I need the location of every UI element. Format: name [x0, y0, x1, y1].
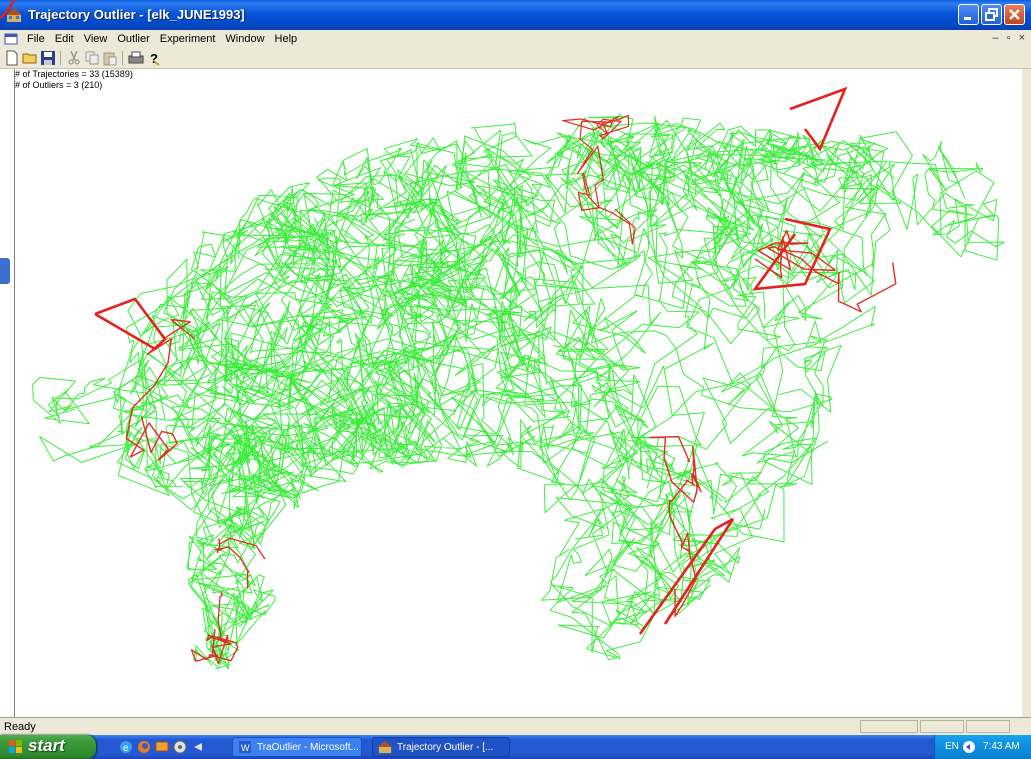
menu-view[interactable]: View — [79, 32, 113, 46]
menu-outlier[interactable]: Outlier — [112, 32, 154, 46]
ie-icon[interactable]: e — [118, 739, 134, 755]
corner-marker — [0, 0, 16, 19]
new-icon[interactable] — [4, 50, 20, 66]
desktop-icon[interactable] — [154, 739, 170, 755]
restore-button[interactable] — [981, 4, 1002, 25]
restore-icon — [985, 8, 998, 21]
outlier-count: # of Outliers = 3 (210) — [15, 80, 103, 90]
word-doc-icon: W — [239, 741, 251, 753]
windows-flag-icon — [9, 740, 22, 753]
quicklaunch-arrow-icon[interactable] — [190, 739, 206, 755]
help-icon[interactable]: ? — [146, 50, 162, 66]
menu-window[interactable]: Window — [220, 32, 269, 46]
copy-icon[interactable] — [84, 50, 100, 66]
task-label: Trajectory Outlier - [... — [397, 742, 494, 753]
document-icon[interactable] — [3, 31, 19, 47]
svg-text:e: e — [123, 743, 129, 754]
menu-bar: File Edit View Outlier Experiment Window… — [0, 30, 1031, 48]
start-label: start — [28, 736, 65, 755]
left-panel-edge — [0, 69, 15, 717]
firefox-icon[interactable] — [136, 739, 152, 755]
task-trajectory-outlier[interactable]: Trajectory Outlier - [... — [372, 737, 510, 757]
minimize-icon — [964, 17, 971, 20]
child-minimize-icon[interactable]: – — [993, 32, 999, 44]
side-tab[interactable] — [0, 258, 10, 284]
trajectory-count: # of Trajectories = 33 (15389) — [15, 69, 133, 79]
child-close-icon[interactable]: × — [1019, 32, 1025, 44]
minimize-button[interactable] — [958, 4, 979, 25]
status-pane-3 — [966, 720, 1010, 733]
status-bar: Ready — [0, 717, 1031, 736]
svg-text:W: W — [241, 743, 250, 753]
trajectory-plot — [32, 86, 1005, 670]
language-indicator[interactable]: EN — [945, 741, 959, 752]
menu-help[interactable]: Help — [270, 32, 303, 46]
network-icon[interactable] — [961, 739, 977, 755]
print-icon[interactable] — [128, 50, 144, 66]
menu-edit[interactable]: Edit — [50, 32, 79, 46]
title-bar[interactable]: Trajectory Outlier - [elk_JUNE1993] — [0, 0, 1031, 30]
start-button[interactable]: start — [0, 735, 96, 759]
save-icon[interactable] — [40, 50, 56, 66]
status-text: Ready — [4, 721, 36, 733]
close-button[interactable] — [1004, 4, 1025, 25]
close-icon — [1009, 9, 1020, 20]
system-tray: EN 7:43 AM — [934, 735, 1031, 759]
task-traoutlier-word[interactable]: W TraOutlier - Microsoft... — [232, 737, 362, 757]
paste-icon[interactable] — [102, 50, 118, 66]
child-restore-icon[interactable]: ▫ — [1007, 32, 1011, 44]
right-panel-edge — [1021, 69, 1031, 717]
app-icon — [378, 740, 392, 754]
trajectory-path — [649, 435, 702, 617]
trajectory-view[interactable]: # of Trajectories = 33 (15389) # of Outl… — [14, 69, 1022, 717]
cut-icon[interactable] — [66, 50, 82, 66]
menu-experiment[interactable]: Experiment — [155, 32, 221, 46]
clock[interactable]: 7:43 AM — [983, 741, 1020, 752]
window-title: Trajectory Outlier - [elk_JUNE1993] — [28, 7, 245, 22]
menu-file[interactable]: File — [22, 32, 50, 46]
open-icon[interactable] — [22, 50, 38, 66]
task-label: TraOutlier - Microsoft... — [257, 742, 359, 753]
status-pane-2 — [920, 720, 964, 733]
trajectory-path — [32, 197, 337, 495]
status-pane-1 — [860, 720, 918, 733]
toolbar: ? — [0, 48, 1031, 69]
taskbar: start e W TraOutlier - Microsoft... Traj… — [0, 735, 1031, 759]
stats-panel: # of Trajectories = 33 (15389) # of Outl… — [15, 69, 133, 91]
media-icon[interactable] — [172, 739, 188, 755]
